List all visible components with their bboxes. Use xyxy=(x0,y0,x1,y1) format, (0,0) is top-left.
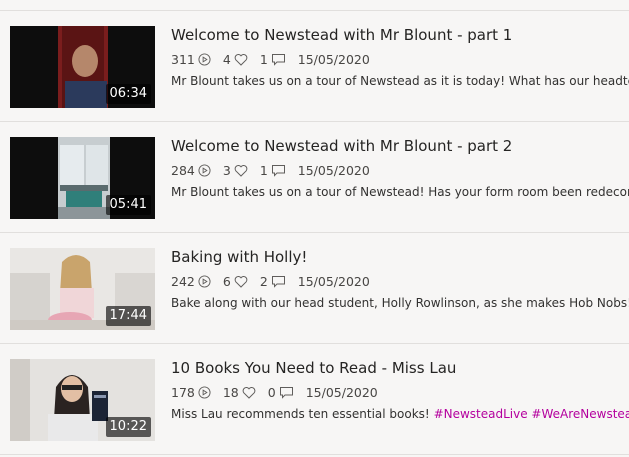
comment-icon[interactable] xyxy=(271,53,286,66)
view-count: 242 xyxy=(171,274,211,289)
like-count-value: 4 xyxy=(222,52,231,67)
divider xyxy=(0,454,629,455)
video-duration: 05:41 xyxy=(105,195,151,215)
comment-count[interactable]: 1 xyxy=(260,52,286,67)
video-thumbnail[interactable]: 06:34 xyxy=(10,26,155,108)
video-duration: 17:44 xyxy=(105,306,151,326)
video-item[interactable]: 10:22 10 Books You Need to Read - Miss L… xyxy=(0,344,629,454)
like-count[interactable]: 6 xyxy=(223,274,248,289)
description-text: Bake along with our head student, Holly … xyxy=(171,296,629,310)
view-count: 311 xyxy=(171,52,211,67)
comment-count[interactable]: 0 xyxy=(268,385,294,400)
video-title[interactable]: Baking with Holly! xyxy=(171,248,307,266)
view-count-value: 242 xyxy=(171,274,195,289)
play-circle-icon xyxy=(198,275,211,288)
description-text: Miss Lau recommends ten essential books! xyxy=(171,407,434,421)
comment-count-value: 0 xyxy=(267,385,276,400)
description-text: Mr Blount takes us on a tour of Newstead… xyxy=(171,185,629,199)
comment-count-value: 2 xyxy=(259,274,268,289)
video-title[interactable]: 10 Books You Need to Read - Miss Lau xyxy=(171,359,456,377)
video-stats: 311 4 1 15/05/2020 xyxy=(171,52,382,67)
view-count: 178 xyxy=(171,385,211,400)
video-stats: 178 18 0 15/05/2020 xyxy=(171,385,390,400)
view-count-value: 178 xyxy=(171,385,195,400)
upload-date: 15/05/2020 xyxy=(297,163,370,178)
like-count[interactable]: 4 xyxy=(223,52,248,67)
video-description: Miss Lau recommends ten essential books!… xyxy=(171,407,629,421)
view-count: 284 xyxy=(171,163,211,178)
comment-icon[interactable] xyxy=(271,275,286,288)
play-circle-icon xyxy=(198,164,211,177)
like-count-value: 18 xyxy=(222,385,239,400)
comment-icon[interactable] xyxy=(279,386,294,399)
video-title[interactable]: Welcome to Newstead with Mr Blount - par… xyxy=(171,137,512,155)
heart-icon[interactable] xyxy=(242,386,256,399)
view-count-value: 311 xyxy=(171,52,195,67)
heart-icon[interactable] xyxy=(234,53,248,66)
like-count-value: 6 xyxy=(222,274,231,289)
video-stats: 242 6 2 15/05/2020 xyxy=(171,274,382,289)
comment-count[interactable]: 2 xyxy=(260,274,286,289)
comment-count-value: 1 xyxy=(259,52,268,67)
comment-count-value: 1 xyxy=(259,163,268,178)
video-thumbnail[interactable]: 10:22 xyxy=(10,359,155,441)
video-stats: 284 3 1 15/05/2020 xyxy=(171,163,382,178)
heart-icon[interactable] xyxy=(234,164,248,177)
heart-icon[interactable] xyxy=(234,275,248,288)
video-description: Bake along with our head student, Holly … xyxy=(171,296,629,310)
like-count[interactable]: 3 xyxy=(223,163,248,178)
video-duration: 06:34 xyxy=(105,84,151,104)
video-duration: 10:22 xyxy=(105,417,151,437)
video-item[interactable]: 17:44 Baking with Holly! 242 6 2 15/05/2… xyxy=(0,233,629,343)
video-thumbnail[interactable]: 05:41 xyxy=(10,137,155,219)
comment-count[interactable]: 1 xyxy=(260,163,286,178)
upload-date: 15/05/2020 xyxy=(297,274,370,289)
video-description: Mr Blount takes us on a tour of Newstead… xyxy=(171,185,629,199)
video-description: Mr Blount takes us on a tour of Newstead… xyxy=(171,74,629,88)
video-item[interactable]: 05:41 Welcome to Newstead with Mr Blount… xyxy=(0,122,629,232)
video-title[interactable]: Welcome to Newstead with Mr Blount - par… xyxy=(171,26,512,44)
like-count-value: 3 xyxy=(222,163,231,178)
play-circle-icon xyxy=(198,53,211,66)
video-thumbnail[interactable]: 17:44 xyxy=(10,248,155,330)
upload-date: 15/05/2020 xyxy=(305,385,378,400)
like-count[interactable]: 18 xyxy=(223,385,256,400)
video-item[interactable]: 06:34 Welcome to Newstead with Mr Blount… xyxy=(0,11,629,121)
upload-date: 15/05/2020 xyxy=(297,52,370,67)
hashtag-link[interactable]: #NewsteadLive #WeAreNewstead xyxy=(434,407,629,421)
description-text: Mr Blount takes us on a tour of Newstead… xyxy=(171,74,629,88)
view-count-value: 284 xyxy=(171,163,195,178)
play-circle-icon xyxy=(198,386,211,399)
comment-icon[interactable] xyxy=(271,164,286,177)
